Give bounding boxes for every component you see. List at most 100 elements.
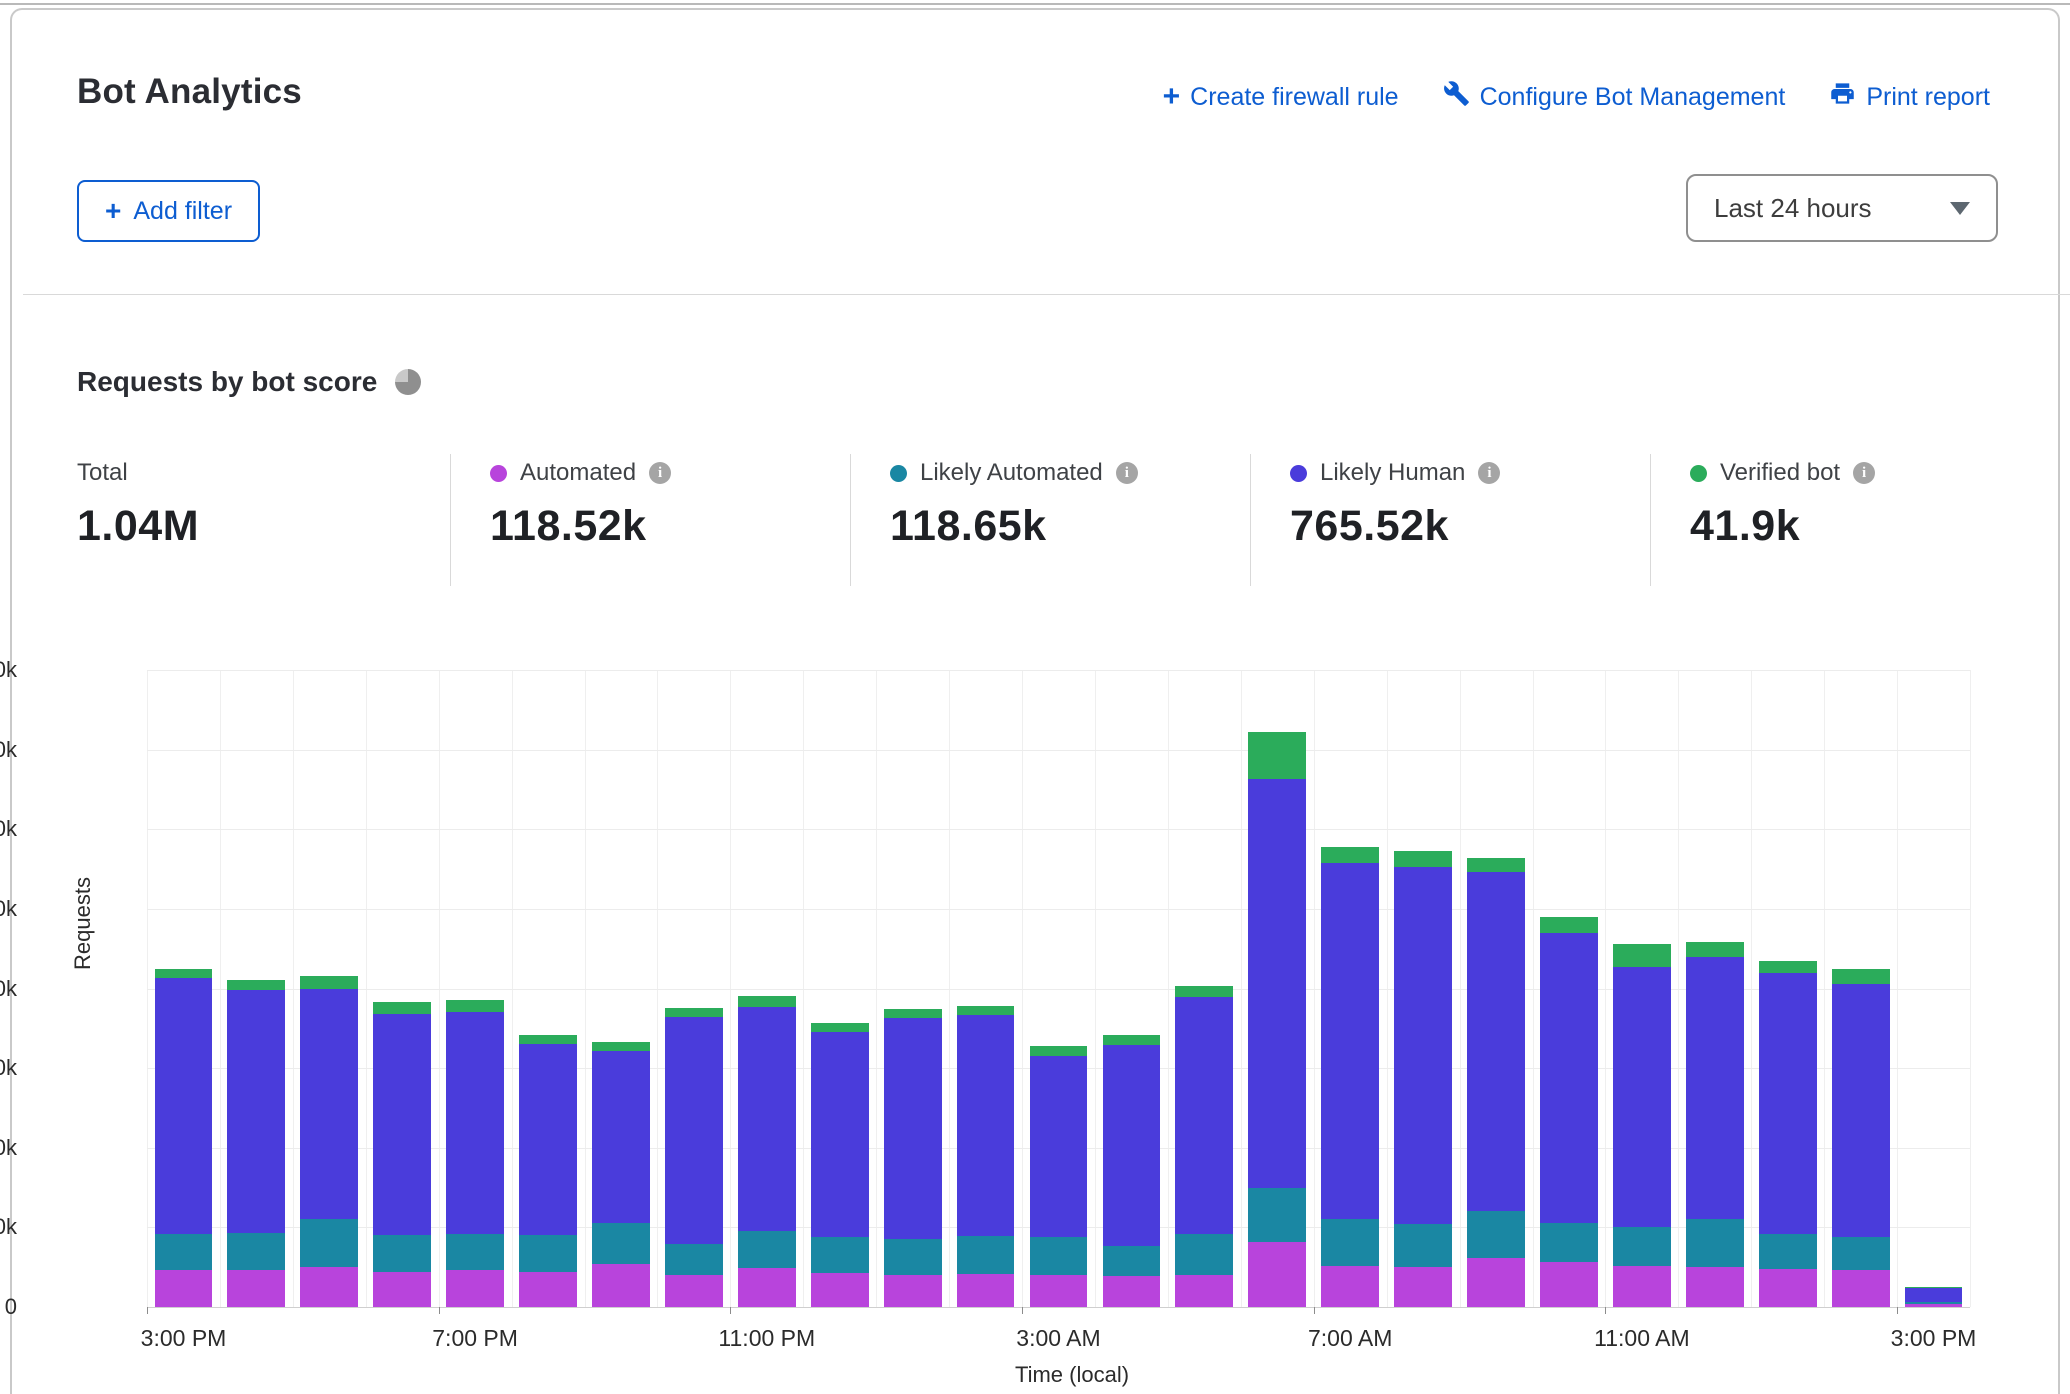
- bar-segment-verified_bot: [1030, 1046, 1088, 1056]
- chart-bar[interactable]: [665, 1008, 723, 1307]
- configure-bot-management-link[interactable]: Configure Bot Management: [1443, 80, 1786, 114]
- bar-segment-verified_bot: [1759, 961, 1817, 974]
- chart-bar[interactable]: [519, 1035, 577, 1307]
- bar-segment-automated: [1103, 1276, 1161, 1307]
- stat-divider: [1250, 454, 1251, 586]
- bar-segment-verified_bot: [1394, 851, 1452, 867]
- bar-segment-likely_automated: [1248, 1188, 1306, 1242]
- likely-human-dot: [1290, 465, 1307, 482]
- chart-bar[interactable]: [1321, 847, 1379, 1307]
- bar-segment-likely_human: [1175, 996, 1233, 1233]
- bar-segment-likely_automated: [957, 1236, 1015, 1273]
- bar-segment-verified_bot: [1467, 858, 1525, 872]
- chart-bar[interactable]: [227, 980, 285, 1307]
- y-tick-label: 80k: [0, 657, 17, 683]
- bar-segment-likely_automated: [811, 1237, 869, 1273]
- chart-bar[interactable]: [1248, 732, 1306, 1307]
- chart-bar[interactable]: [1175, 986, 1233, 1307]
- plus-icon: +: [1163, 82, 1181, 112]
- chart-bar[interactable]: [1467, 858, 1525, 1307]
- bar-segment-automated: [884, 1275, 942, 1307]
- stat-likely-automated-label: Likely Automated: [920, 459, 1103, 487]
- bar-segment-likely_automated: [373, 1235, 431, 1272]
- chart-bar[interactable]: [1759, 961, 1817, 1307]
- chart-bar[interactable]: [1103, 1035, 1161, 1307]
- bar-segment-likely_automated: [1540, 1223, 1598, 1263]
- horizontal-gridline: [147, 750, 1970, 751]
- pie-chart-icon: [395, 369, 421, 395]
- bar-segment-automated: [1832, 1270, 1890, 1307]
- stat-divider: [850, 454, 851, 586]
- stat-divider: [450, 454, 451, 586]
- bar-segment-likely_human: [1540, 933, 1598, 1223]
- chart-bar[interactable]: [957, 1006, 1015, 1307]
- bar-segment-verified_bot: [738, 996, 796, 1006]
- y-tick-label: 60k: [0, 816, 17, 842]
- chart-bar[interactable]: [1832, 969, 1890, 1307]
- bar-segment-likely_human: [446, 1012, 504, 1234]
- bar-segment-automated: [592, 1264, 650, 1307]
- chart-bar[interactable]: [1030, 1046, 1088, 1307]
- bar-segment-automated: [519, 1272, 577, 1307]
- bar-segment-likely_automated: [665, 1244, 723, 1275]
- info-icon[interactable]: i: [649, 462, 671, 484]
- likely-automated-dot: [890, 465, 907, 482]
- plus-icon: +: [105, 197, 121, 225]
- bar-segment-likely_automated: [1832, 1237, 1890, 1270]
- create-firewall-rule-link[interactable]: + Create firewall rule: [1163, 82, 1399, 112]
- stat-likely-automated: Likely Automated i 118.65k: [890, 458, 1138, 551]
- stat-total: Total 1.04M: [77, 458, 199, 551]
- bar-segment-automated: [1030, 1275, 1088, 1307]
- chart-bar[interactable]: [592, 1042, 650, 1307]
- bar-segment-likely_automated: [1175, 1234, 1233, 1275]
- bar-segment-likely_human: [227, 990, 285, 1233]
- bar-segment-likely_human: [1103, 1045, 1161, 1246]
- bar-segment-verified_bot: [1175, 986, 1233, 996]
- chart-bar[interactable]: [1905, 1287, 1963, 1307]
- bar-segment-automated: [227, 1270, 285, 1307]
- stat-automated-label: Automated: [520, 459, 636, 487]
- header-actions: + Create firewall rule Configure Bot Man…: [1163, 80, 1990, 114]
- x-tick-label: 7:00 AM: [1270, 1325, 1430, 1352]
- y-tick-label: 0: [0, 1294, 17, 1320]
- bar-segment-automated: [373, 1272, 431, 1307]
- section-title: Requests by bot score: [77, 366, 377, 398]
- bar-segment-verified_bot: [1540, 917, 1598, 933]
- x-axis-tick: [1314, 1307, 1315, 1314]
- info-icon[interactable]: i: [1853, 462, 1875, 484]
- stat-total-label: Total: [77, 459, 128, 487]
- print-report-link[interactable]: Print report: [1829, 80, 1990, 114]
- bar-segment-likely_automated: [1321, 1219, 1379, 1265]
- chart-bar[interactable]: [155, 969, 213, 1307]
- stat-total-value: 1.04M: [77, 502, 199, 551]
- chart-bar[interactable]: [446, 1000, 504, 1307]
- time-range-select[interactable]: Last 24 hours: [1686, 174, 1998, 242]
- x-tick-label: 11:00 AM: [1562, 1325, 1722, 1352]
- info-icon[interactable]: i: [1116, 462, 1138, 484]
- chart-bar[interactable]: [738, 997, 796, 1308]
- chart-bar[interactable]: [300, 976, 358, 1307]
- bar-segment-automated: [446, 1270, 504, 1307]
- chart-bar[interactable]: [1613, 944, 1671, 1307]
- info-icon[interactable]: i: [1478, 462, 1500, 484]
- bar-segment-automated: [1686, 1267, 1744, 1307]
- bar-segment-likely_automated: [519, 1235, 577, 1272]
- configure-bot-management-label: Configure Bot Management: [1480, 83, 1786, 112]
- chart-bar[interactable]: [811, 1023, 869, 1307]
- stat-automated-value: 118.52k: [490, 502, 671, 551]
- bar-segment-automated: [1248, 1242, 1306, 1307]
- chart-bar[interactable]: [1686, 942, 1744, 1307]
- x-axis-tick: [1897, 1307, 1898, 1314]
- horizontal-gridline: [147, 909, 1970, 910]
- chart-bar[interactable]: [1540, 917, 1598, 1307]
- bar-segment-likely_human: [811, 1032, 869, 1237]
- printer-icon: [1829, 80, 1856, 114]
- chart-bar[interactable]: [373, 1002, 431, 1307]
- horizontal-gridline: [147, 670, 1970, 671]
- add-filter-button[interactable]: + Add filter: [77, 180, 260, 242]
- y-tick-label: 50k: [0, 896, 17, 922]
- chart-bar[interactable]: [884, 1009, 942, 1307]
- bar-segment-verified_bot: [300, 976, 358, 989]
- chart-bar[interactable]: [1394, 851, 1452, 1307]
- bar-segment-verified_bot: [446, 1000, 504, 1012]
